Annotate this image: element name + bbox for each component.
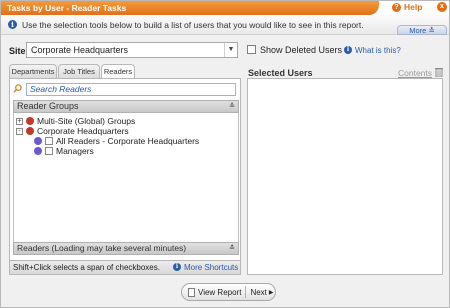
divider: [245, 286, 247, 298]
tree-item-corporate-headquarters[interactable]: - Corporate Headquarters: [16, 126, 129, 136]
tab-readers[interactable]: Readers: [101, 64, 135, 79]
group-icon: [26, 117, 34, 125]
document-icon: [188, 287, 195, 297]
help-icon: ?: [392, 2, 401, 12]
info-icon: i: [344, 46, 352, 54]
site-select[interactable]: Corporate Headquarters ▼: [26, 42, 238, 58]
shift-click-hint-bar: Shift+Click selects a span of checkboxes…: [9, 260, 241, 275]
more-button[interactable]: More ≛: [397, 25, 447, 35]
expand-icon[interactable]: ≛: [229, 245, 235, 253]
chevron-down-icon: ≛: [428, 26, 435, 35]
help-button[interactable]: ? Help: [392, 2, 422, 12]
user-group-icon: [34, 137, 42, 145]
more-label: More: [409, 26, 427, 35]
reader-groups-header: Reader Groups ≙: [13, 100, 239, 113]
group-icon: [26, 127, 34, 135]
title-bar: Tasks by User - Reader Tasks ? Help x: [1, 1, 449, 15]
tree-item-multi-site[interactable]: + Multi-Site (Global) Groups: [16, 116, 135, 126]
tree-item-checkbox[interactable]: [45, 137, 53, 145]
readers-panel: Search Readers Reader Groups ≙ + Multi-S…: [9, 78, 241, 275]
window-title: Tasks by User - Reader Tasks: [7, 3, 127, 13]
arrow-right-icon: ▶: [268, 289, 274, 296]
show-deleted-checkbox[interactable]: [247, 45, 256, 54]
reader-groups-title: Reader Groups: [17, 101, 79, 111]
collapse-icon[interactable]: -: [16, 127, 23, 135]
tree-item-all-readers[interactable]: All Readers - Corporate Headquarters: [34, 136, 199, 146]
tab-job-titles[interactable]: Job Titles: [58, 64, 100, 78]
selected-users-title: Selected Users: [248, 68, 313, 78]
site-select-value: Corporate Headquarters: [31, 45, 129, 55]
readers-section-header: Readers (Loading may take several minute…: [13, 242, 239, 255]
more-shortcuts-link[interactable]: More Shortcuts: [184, 261, 238, 274]
show-deleted-label: Show Deleted Users: [260, 45, 343, 55]
info-icon: i: [173, 263, 181, 271]
collapse-icon[interactable]: ≙: [229, 103, 235, 111]
view-report-button[interactable]: View Report: [182, 284, 241, 300]
contents-link[interactable]: Contents: [398, 68, 432, 78]
close-icon[interactable]: x: [437, 2, 447, 12]
what-is-this-link[interactable]: What is this?: [355, 46, 401, 55]
reader-groups-tree: + Multi-Site (Global) Groups - Corporate…: [13, 113, 239, 243]
search-icon: [13, 84, 22, 93]
trash-icon[interactable]: [435, 67, 443, 77]
user-group-icon: [34, 147, 42, 155]
site-label: Site: [9, 46, 26, 56]
tree-item-label: Managers: [56, 146, 94, 156]
help-label: Help: [404, 2, 423, 12]
tree-item-label: All Readers - Corporate Headquarters: [56, 136, 200, 146]
reader-tasks-window: Tasks by User - Reader Tasks ? Help x i …: [0, 0, 450, 308]
info-bar: i Use the selection tools below to build…: [1, 15, 449, 35]
selected-users-list[interactable]: [247, 78, 443, 275]
tree-item-checkbox[interactable]: [45, 147, 53, 155]
search-readers-input[interactable]: Search Readers: [26, 83, 236, 96]
info-icon: i: [8, 20, 17, 29]
shift-click-hint: Shift+Click selects a span of checkboxes…: [13, 263, 160, 272]
title-tab: Tasks by User - Reader Tasks: [1, 1, 379, 15]
dropdown-arrow-icon: ▼: [224, 43, 237, 57]
readers-section-title: Readers (Loading may take several minute…: [17, 243, 187, 253]
tab-departments[interactable]: Departments: [9, 64, 57, 78]
next-label: Next: [250, 287, 267, 297]
view-report-label: View Report: [198, 287, 242, 297]
expand-icon[interactable]: +: [16, 117, 23, 125]
next-button[interactable]: Next ▶: [250, 284, 273, 300]
info-text: Use the selection tools below to build a…: [22, 20, 364, 30]
tree-item-label: Corporate Headquarters: [37, 126, 129, 136]
report-navigation: View Report Next ▶: [181, 283, 276, 301]
tree-item-label: Multi-Site (Global) Groups: [37, 116, 136, 126]
tree-item-managers[interactable]: Managers: [34, 146, 94, 156]
